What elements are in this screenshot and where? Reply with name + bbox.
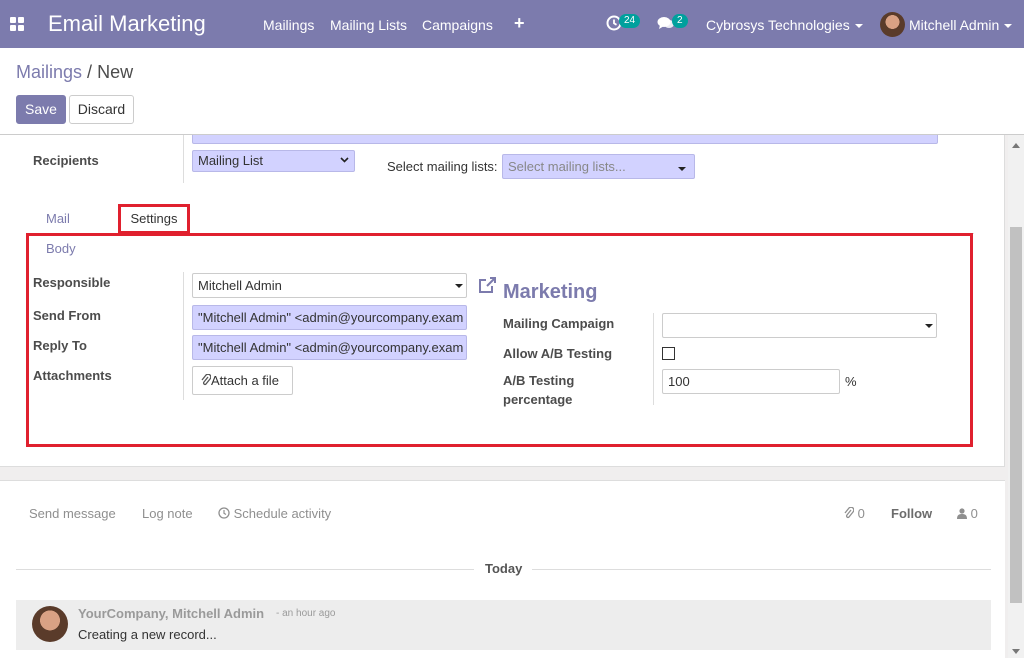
schedule-activity-label: Schedule activity: [233, 506, 332, 521]
recipients-select[interactable]: Mailing List: [192, 150, 355, 172]
log-note-button[interactable]: Log note: [142, 506, 193, 521]
user-icon: [957, 508, 967, 519]
ab-percentage-label-line-2: percentage: [503, 392, 573, 407]
reply-to-input[interactable]: "Mitchell Admin" <admin@yourcompany.exam: [192, 335, 467, 360]
divider: [532, 569, 991, 570]
tab-settings[interactable]: Settings: [118, 204, 190, 234]
date-separator: Today: [485, 561, 523, 576]
company-name: Cybrosys Technologies: [706, 17, 850, 33]
mailing-campaign-label: Mailing Campaign: [503, 316, 615, 331]
chatter-message: YourCompany, Mitchell Admin - an hour ag…: [16, 600, 991, 650]
field-divider: [183, 272, 184, 400]
page-scrollbar[interactable]: [1008, 135, 1024, 658]
scroll-down-icon[interactable]: [1012, 649, 1020, 654]
menu-mailing-lists[interactable]: Mailing Lists: [330, 17, 407, 33]
schedule-activity-button[interactable]: Schedule activity: [218, 506, 331, 521]
follow-button[interactable]: Follow: [891, 506, 932, 521]
message-body: Creating a new record...: [78, 627, 217, 642]
settings-highlight-box: [26, 233, 973, 447]
recipients-value: Mailing List: [198, 153, 264, 168]
followers-count: 0: [970, 506, 978, 521]
paperclip-icon: [201, 373, 212, 386]
responsible-select[interactable]: Mitchell Admin: [192, 273, 467, 298]
breadcrumb: Mailings / New: [16, 62, 133, 83]
message-author[interactable]: YourCompany, Mitchell Admin: [78, 606, 264, 621]
responsible-label: Responsible: [33, 275, 111, 290]
clock-icon: [218, 507, 230, 519]
send-from-value: "Mitchell Admin" <admin@yourcompany.exam: [198, 310, 464, 325]
ab-testing-label: Allow A/B Testing: [503, 346, 613, 361]
form-sheet: Recipients Mailing List Select mailing l…: [0, 135, 1005, 467]
company-switcher[interactable]: Cybrosys Technologies: [706, 17, 863, 33]
chevron-down-icon: [925, 324, 933, 328]
top-navbar: Email Marketing Mailings Mailing Lists C…: [0, 0, 1024, 48]
send-from-input[interactable]: "Mitchell Admin" <admin@yourcompany.exam: [192, 305, 467, 330]
menu-campaigns[interactable]: Campaigns: [422, 17, 493, 33]
send-message-button[interactable]: Send message: [29, 506, 116, 521]
messages-count-badge: 2: [672, 14, 688, 28]
responsible-value: Mitchell Admin: [198, 278, 282, 293]
ab-percentage-label-line-1: A/B Testing: [503, 373, 575, 388]
mailing-campaign-select[interactable]: [662, 313, 937, 338]
followers-counter[interactable]: 0: [957, 506, 978, 521]
breadcrumb-mailings[interactable]: Mailings: [16, 62, 82, 82]
attachments-label: Attachments: [33, 368, 112, 383]
mailing-lists-label: Select mailing lists:: [387, 159, 498, 174]
paperclip-icon: [844, 506, 855, 519]
apps-grid-icon[interactable]: [10, 17, 24, 31]
subject-field[interactable]: [192, 135, 938, 144]
chevron-down-icon: [340, 157, 349, 163]
user-name: Mitchell Admin: [909, 17, 1000, 33]
chevron-down-icon: [854, 24, 863, 29]
chevron-down-icon: [455, 284, 463, 288]
percent-unit: %: [845, 374, 857, 389]
attach-file-label: Attach a file: [211, 373, 279, 388]
reply-to-label: Reply To: [33, 338, 87, 353]
attachments-counter[interactable]: 0: [844, 506, 865, 521]
form-content: Recipients Mailing List Select mailing l…: [0, 134, 1024, 658]
ab-percentage-label: A/B Testing percentage: [503, 371, 574, 409]
divider: [16, 569, 474, 570]
plus-icon[interactable]: +: [514, 13, 525, 34]
field-divider: [183, 135, 184, 183]
ab-testing-checkbox[interactable]: [662, 347, 675, 360]
attachments-count: 0: [857, 506, 865, 521]
save-button[interactable]: Save: [16, 95, 66, 124]
marketing-section-title: Marketing: [503, 281, 598, 303]
avatar[interactable]: [880, 12, 905, 37]
discard-button[interactable]: Discard: [69, 95, 134, 124]
avatar[interactable]: [32, 606, 68, 642]
recipients-label: Recipients: [33, 153, 99, 168]
mailing-lists-placeholder: Select mailing lists...: [508, 159, 626, 174]
external-link-icon[interactable]: [478, 276, 497, 297]
activity-count-badge: 24: [619, 14, 641, 28]
ab-percentage-input[interactable]: 100: [662, 369, 840, 394]
breadcrumb-separator: /: [87, 62, 93, 82]
tab-mail-body[interactable]: Mail Body: [46, 204, 76, 256]
chatter-topbar: [0, 480, 1005, 530]
attach-file-button[interactable]: Attach a file: [192, 366, 293, 395]
scroll-up-icon[interactable]: [1012, 143, 1020, 148]
mailing-lists-input[interactable]: Select mailing lists...: [502, 154, 695, 179]
scroll-thumb[interactable]: [1010, 227, 1022, 603]
reply-to-value: "Mitchell Admin" <admin@yourcompany.exam: [198, 340, 464, 355]
breadcrumb-current: New: [97, 62, 134, 82]
menu-mailings[interactable]: Mailings: [263, 17, 314, 33]
chevron-down-icon: [1004, 24, 1013, 29]
field-divider: [653, 313, 654, 405]
app-title: Email Marketing: [48, 11, 206, 36]
chevron-down-icon: [678, 167, 686, 171]
message-time: - an hour ago: [276, 608, 336, 619]
ab-percentage-value: 100: [668, 374, 690, 389]
user-menu[interactable]: Mitchell Admin: [909, 17, 1013, 33]
send-from-label: Send From: [33, 308, 101, 323]
